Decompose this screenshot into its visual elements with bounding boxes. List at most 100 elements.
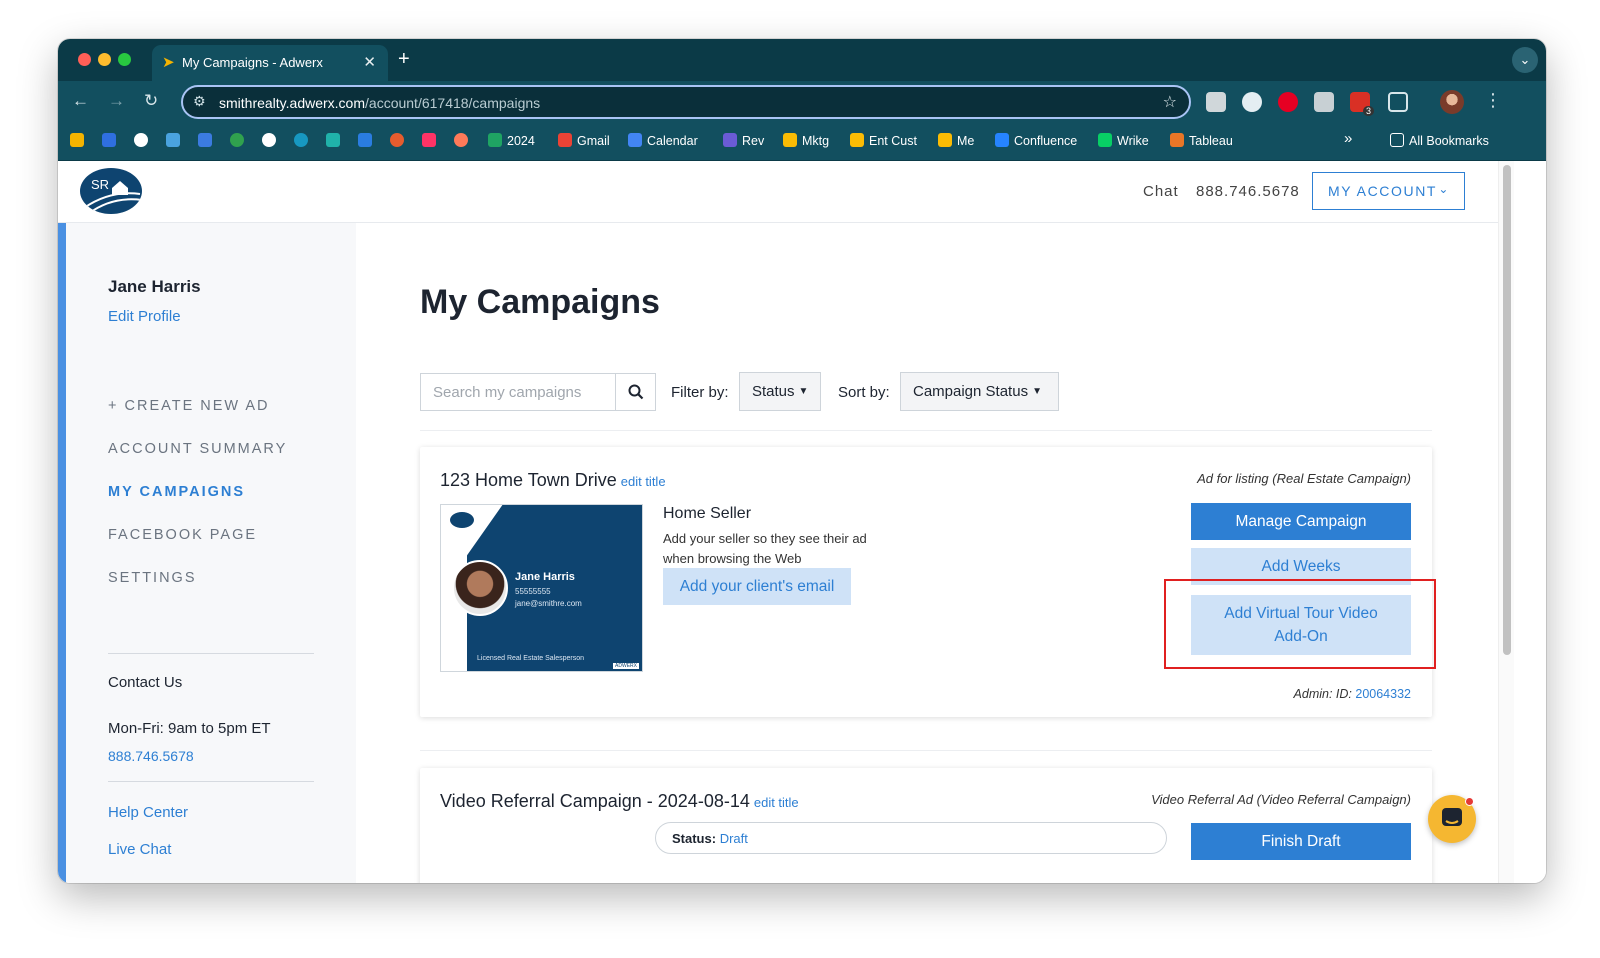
edit-profile-link[interactable]: Edit Profile: [108, 308, 181, 325]
bookmark-app-icon[interactable]: [102, 133, 121, 148]
caret-down-icon: ▼: [798, 386, 809, 397]
forward-arrow-icon[interactable]: →: [108, 91, 125, 111]
bookmark-adwerx-icon[interactable]: [70, 133, 89, 148]
sidebar-item-my-campaigns[interactable]: MY CAMPAIGNS: [108, 484, 245, 500]
bookmark-hubspot-icon[interactable]: [454, 133, 473, 148]
help-center-link[interactable]: Help Center: [108, 804, 188, 821]
bookmark-mktg[interactable]: Mktg: [783, 133, 829, 148]
search-input[interactable]: [420, 373, 615, 411]
admin-id: Admin: ID: 20064332: [1293, 687, 1411, 701]
edit-title-link[interactable]: edit title: [754, 795, 799, 810]
bookmark-invision-icon[interactable]: [422, 133, 441, 148]
camera-icon[interactable]: [1314, 92, 1334, 112]
manage-campaign-button[interactable]: Manage Campaign: [1191, 503, 1411, 540]
chat-widget-button[interactable]: [1428, 795, 1476, 843]
bookmark-app-icon[interactable]: [326, 133, 345, 148]
edit-title-link[interactable]: edit title: [621, 474, 666, 489]
filter-status-dropdown[interactable]: Status ▼: [739, 372, 821, 411]
page-title: My Campaigns: [420, 283, 660, 321]
scrollbar-thumb[interactable]: [1503, 165, 1511, 655]
bookmark-tableau[interactable]: Tableau: [1170, 133, 1233, 148]
bookmark-salesforce-icon[interactable]: [294, 133, 313, 148]
bookmark-calendar[interactable]: Calendar: [628, 133, 698, 148]
minimize-window-button[interactable]: [98, 53, 111, 66]
pinterest-icon[interactable]: [1278, 92, 1298, 112]
bookmark-rev[interactable]: Rev: [723, 133, 764, 148]
add-virtual-tour-button[interactable]: Add Virtual Tour Video Add-On: [1191, 595, 1411, 655]
header-phone[interactable]: 888.746.5678: [1196, 183, 1300, 200]
bookmark-confluence[interactable]: Confluence: [995, 133, 1077, 148]
bookmark-app-icon[interactable]: [358, 133, 377, 148]
contact-phone-link[interactable]: 888.746.5678: [108, 748, 194, 764]
user-name: Jane Harris: [108, 277, 201, 296]
agent-photo: [452, 560, 508, 616]
extensions-puzzle-icon[interactable]: [1388, 92, 1408, 112]
profile-avatar[interactable]: [1440, 90, 1464, 114]
campaign-title: 123 Home Town Drive edit title: [440, 470, 666, 490]
bookmark-gmail[interactable]: Gmail: [558, 133, 610, 148]
smith-realty-logo[interactable]: SR: [80, 168, 142, 214]
campaign-card: Video Referral Campaign - 2024-08-14 edit…: [420, 768, 1432, 883]
gmail-icon: [558, 133, 572, 147]
extension-calendar-icon[interactable]: 3: [1350, 92, 1374, 116]
reload-icon[interactable]: ↻: [144, 91, 158, 111]
campaign-title: Video Referral Campaign - 2024-08-14 edit…: [440, 791, 799, 811]
tab-search-chevron-icon[interactable]: ⌄: [1512, 47, 1538, 73]
more-bookmarks-chevron-icon[interactable]: »: [1344, 130, 1352, 147]
admin-id-link[interactable]: 20064332: [1355, 687, 1411, 701]
new-tab-icon[interactable]: +: [398, 48, 410, 71]
wrike-icon: [1098, 133, 1112, 147]
finish-draft-button[interactable]: Finish Draft: [1191, 823, 1411, 860]
bookmark-wrike[interactable]: Wrike: [1098, 133, 1149, 148]
sidebar-item-create-new-ad[interactable]: + CREATE NEW AD: [108, 398, 269, 414]
chevron-down-icon: ⌄: [1438, 182, 1450, 196]
drive-icon: [850, 133, 864, 147]
campaign-card: 123 Home Town Drive edit title Ad for lis…: [420, 447, 1436, 717]
close-window-button[interactable]: [78, 53, 91, 66]
back-arrow-icon[interactable]: ←: [72, 91, 89, 111]
section-divider: [420, 430, 1432, 431]
bookmark-ent-cust[interactable]: Ent Cust: [850, 133, 917, 148]
campaign-type: Ad for listing (Real Estate Campaign): [1197, 471, 1411, 486]
home-seller-description: Add your seller so they see their ad whe…: [663, 531, 867, 566]
bookmark-app-icon[interactable]: [166, 133, 185, 148]
search-button[interactable]: [615, 373, 656, 411]
browser-tab[interactable]: ➤ My Campaigns - Adwerx ✕: [152, 45, 388, 81]
bookmark-app-icon[interactable]: [262, 133, 281, 148]
bookmark-star-icon[interactable]: ☆: [1163, 92, 1177, 112]
all-bookmarks[interactable]: All Bookmarks: [1390, 133, 1489, 148]
add-weeks-button[interactable]: Add Weeks: [1191, 548, 1411, 585]
add-client-email-button[interactable]: Add your client's email: [663, 568, 851, 605]
url-text: smithrealty.adwerx.com/account/617418/ca…: [219, 95, 541, 111]
ad-preview-image[interactable]: Jane Harris 55555555 jane@smithre.com Li…: [440, 504, 643, 672]
bookmark-app-icon[interactable]: [198, 133, 217, 148]
contact-hours: Mon-Fri: 9am to 5pm ET: [108, 720, 271, 737]
house-logo-icon: [83, 181, 142, 214]
address-bar[interactable]: ⚙ smithrealty.adwerx.com/account/617418/…: [181, 85, 1191, 119]
page-scrollbar[interactable]: [1498, 161, 1514, 883]
zoom-window-button[interactable]: [118, 53, 131, 66]
my-account-button[interactable]: MY ACCOUNT ⌄: [1312, 172, 1465, 210]
section-divider: [420, 750, 1432, 751]
tab-bar: ➤ My Campaigns - Adwerx ✕ + ⌄: [58, 39, 1546, 81]
sidebar-item-settings[interactable]: SETTINGS: [108, 570, 197, 586]
bookmark-me[interactable]: Me: [938, 133, 974, 148]
bookmark-2024[interactable]: 2024: [488, 133, 535, 148]
extension-search-icon[interactable]: [1242, 92, 1262, 112]
extension-r-icon[interactable]: [1206, 92, 1226, 112]
close-tab-icon[interactable]: ✕: [363, 53, 376, 71]
site-settings-icon[interactable]: ⚙: [193, 93, 206, 110]
sort-dropdown[interactable]: Campaign Status ▼: [900, 372, 1059, 411]
sidebar-item-facebook-page[interactable]: FACEBOOK PAGE: [108, 527, 257, 543]
kebab-menu-icon[interactable]: ⋮: [1484, 90, 1502, 111]
confluence-icon: [995, 133, 1009, 147]
sidebar-divider: [108, 653, 314, 654]
navigation-bar: ← → ↻ ⚙ smithrealty.adwerx.com/account/6…: [58, 81, 1546, 123]
live-chat-link[interactable]: Live Chat: [108, 841, 171, 858]
bookmark-app-icon[interactable]: [134, 133, 153, 148]
tableau-icon: [1170, 133, 1184, 147]
bookmark-app-icon[interactable]: [390, 133, 409, 148]
chat-link[interactable]: Chat: [1143, 183, 1179, 200]
bookmark-app-icon[interactable]: [230, 133, 249, 148]
sidebar-item-account-summary[interactable]: ACCOUNT SUMMARY: [108, 441, 287, 457]
